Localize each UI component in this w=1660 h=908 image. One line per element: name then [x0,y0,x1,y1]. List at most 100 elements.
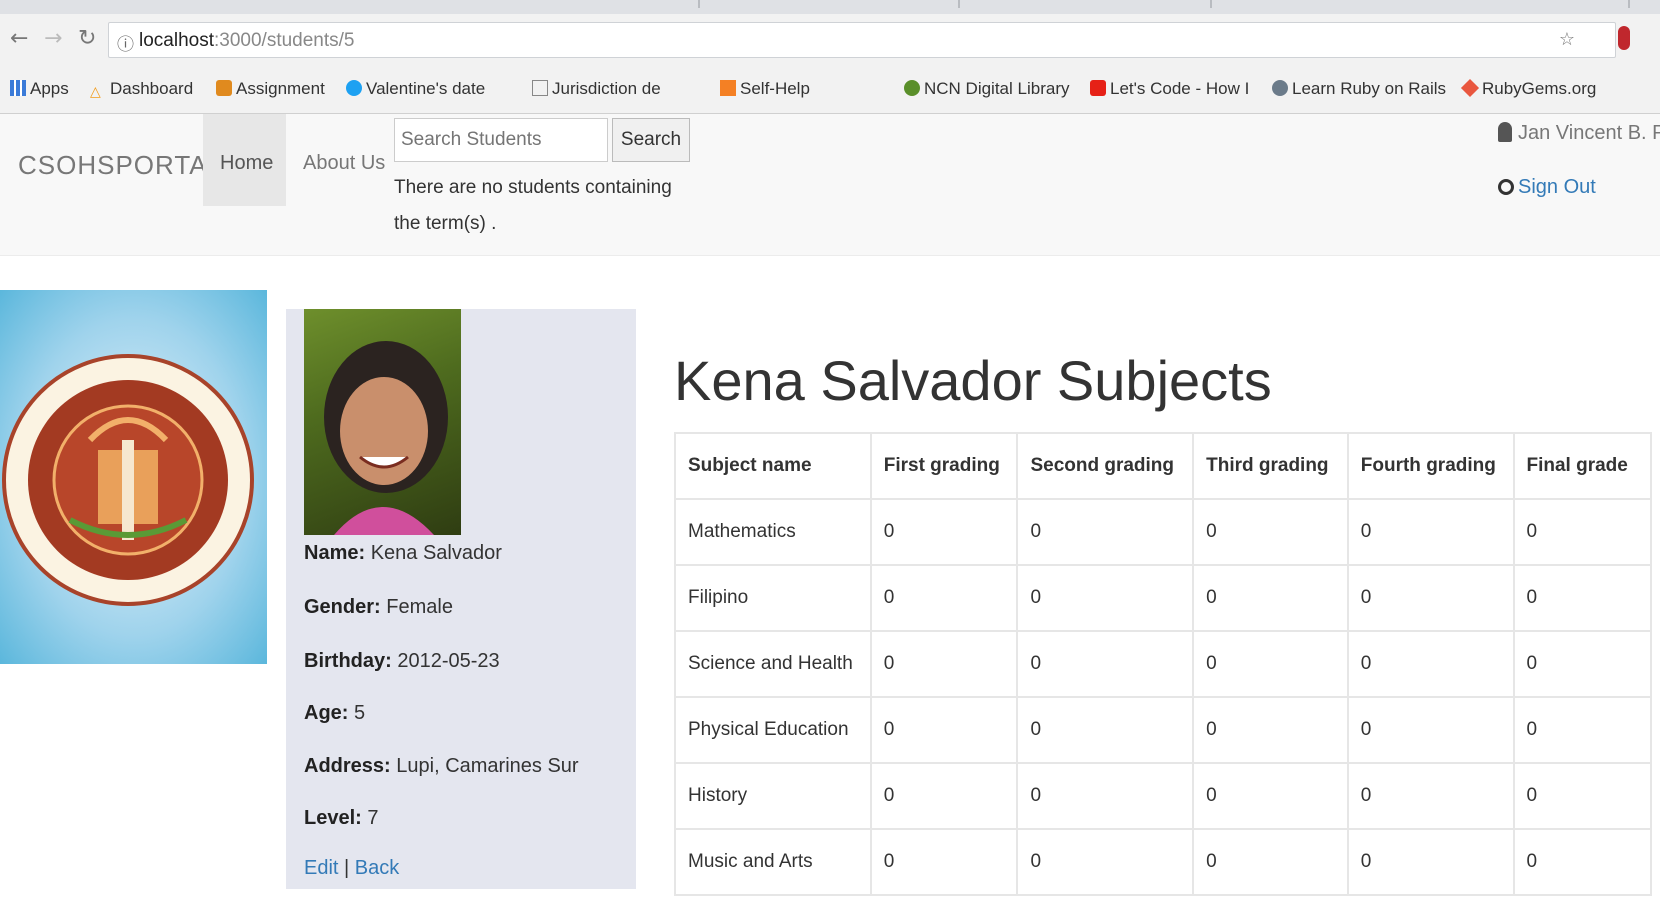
grade-cell: 0 [1346,564,1515,632]
signout-link[interactable]: Sign Out [1498,176,1596,199]
ncn-icon [904,80,920,96]
table-row: Physical Education 0 0 0 0 0 [674,696,1652,764]
brand-link[interactable]: CSOHSPORTAL [18,150,223,181]
table-row: Music and Arts 0 0 0 0 0 [674,828,1652,896]
subject-cell: Music and Arts [674,828,872,896]
bookmark-assignment[interactable]: Assignment [216,79,325,99]
edit-link[interactable]: Edit [304,857,338,879]
table-row: Mathematics 0 0 0 0 0 [674,498,1652,566]
grade-cell: 0 [1512,762,1652,830]
grade-cell: 0 [869,498,1019,566]
grade-cell: 0 [1016,762,1195,830]
youtube-icon [1090,80,1106,96]
power-icon [1498,179,1514,195]
bookmark-selfhelp[interactable]: Self-Help [720,79,810,99]
extension-icon[interactable] [1618,26,1630,50]
nav-home[interactable]: Home [203,114,286,206]
app-navbar: CSOHSPORTAL Home About Us Search There a… [0,114,1660,256]
page-title: Kena Salvador Subjects [674,349,1272,412]
user-menu[interactable]: Jan Vincent B. Pa [1498,122,1660,145]
school-logo [0,290,267,664]
grade-cell: 0 [1346,828,1515,896]
grade-cell: 0 [869,696,1019,764]
back-link[interactable]: Back [355,857,399,879]
browser-tab-strip [0,0,1660,14]
subject-cell: Physical Education [674,696,872,764]
bookmarks-bar: Apps △ Dashboard Assignment Valentine's d… [0,66,1660,114]
grade-cell: 0 [1016,696,1195,764]
grade-cell: 0 [1192,828,1349,896]
grade-cell: 0 [1512,630,1652,698]
search-message: There are no students containing the ter… [394,177,672,234]
browser-tab[interactable] [470,0,700,8]
reload-icon[interactable]: ↻ [78,26,96,51]
bookmark-rubygems[interactable]: RubyGems.org [1460,78,1596,99]
subject-cell: Filipino [674,564,872,632]
profile-gender: Gender: Female [304,596,453,618]
grade-cell: 0 [1192,762,1349,830]
grade-cell: 0 [869,762,1019,830]
grade-cell: 0 [869,630,1019,698]
address-bar[interactable]: ⓘ localhost:3000/students/5 ☆ [108,22,1616,58]
bookmark-jurisdiction[interactable]: Jurisdiction de [532,79,661,99]
student-photo [304,309,461,535]
browser-tab[interactable] [1210,0,1630,8]
bookmark-apps[interactable]: Apps [10,79,69,99]
bookmark-learnruby[interactable]: Learn Ruby on Rails [1272,79,1446,99]
stackoverflow-icon [720,80,736,96]
rubygems-icon [1460,78,1480,98]
grade-cell: 0 [1016,630,1195,698]
grade-cell: 0 [1512,564,1652,632]
table-header-row: Subject name First grading Second gradin… [674,432,1652,500]
person-icon [1272,80,1288,96]
signout-label: Sign Out [1518,176,1596,198]
grade-cell: 0 [1192,564,1349,632]
grade-cell: 0 [1016,828,1195,896]
profile-level: Level: 7 [304,807,379,829]
bookmark-letscode[interactable]: Let's Code - How I [1090,79,1249,99]
grade-cell: 0 [1512,696,1652,764]
browser-tab[interactable] [700,0,960,8]
info-icon[interactable]: ⓘ [117,30,134,55]
grade-cell: 0 [1016,564,1195,632]
bookmark-star-icon[interactable]: ☆ [1559,29,1575,50]
grade-cell: 0 [1512,498,1652,566]
grade-cell: 0 [1192,498,1349,566]
column-header: Subject name [674,432,872,500]
link-separator: | [344,857,350,879]
apps-icon [10,80,26,96]
column-header: Second grading [1016,432,1195,500]
grade-cell: 0 [1346,696,1515,764]
column-header: Third grading [1192,432,1349,500]
grade-cell: 0 [1346,630,1515,698]
grade-cell: 0 [1192,630,1349,698]
twitter-icon [346,80,362,96]
forward-icon[interactable]: → [44,26,62,51]
bookmark-ncn[interactable]: NCN Digital Library [904,79,1069,99]
grade-cell: 0 [869,564,1019,632]
student-photo-image [324,341,448,535]
grade-cell: 0 [1346,762,1515,830]
school-seal-icon [2,354,254,606]
column-header: Fourth grading [1346,432,1515,500]
back-icon[interactable]: ← [10,26,28,51]
subject-cell: History [674,762,872,830]
table-row: History 0 0 0 0 0 [674,762,1652,830]
bookmark-dashboard[interactable]: △ Dashboard [90,79,193,99]
nav-about[interactable]: About Us [303,152,385,175]
profile-age: Age: 5 [304,702,366,724]
column-header: Final grade [1512,432,1652,500]
table-row: Filipino 0 0 0 0 0 [674,564,1652,632]
grade-cell: 0 [1192,696,1349,764]
bookmark-valentines[interactable]: Valentine's date [346,79,485,99]
profile-panel: Name: Kena Salvador Gender: Female Birth… [286,309,636,889]
user-icon [1498,122,1512,142]
search-button[interactable]: Search [612,118,690,162]
search-input[interactable] [394,118,608,162]
subject-cell: Mathematics [674,498,872,566]
column-header: First grading [869,432,1019,500]
url-text: localhost:3000/students/5 [139,30,355,51]
grade-cell: 0 [1346,498,1515,566]
grade-cell: 0 [869,828,1019,896]
warning-icon: △ [90,83,101,99]
